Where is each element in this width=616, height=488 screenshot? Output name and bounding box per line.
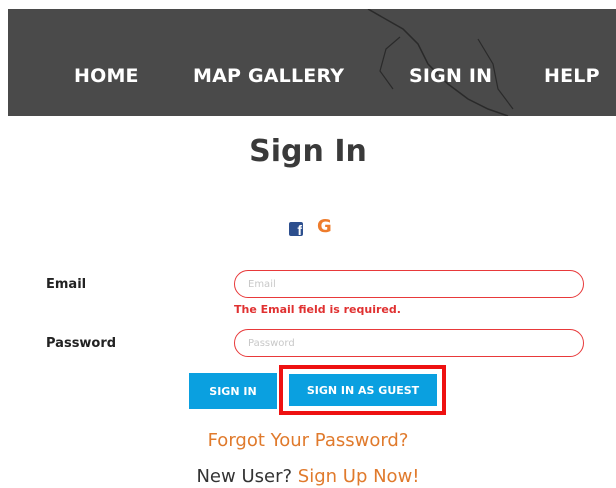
- email-field[interactable]: [234, 270, 584, 298]
- nav-sign-in[interactable]: SIGN IN: [409, 65, 492, 87]
- google-icon[interactable]: G: [317, 216, 332, 237]
- sign-up-link[interactable]: Sign Up Now!: [298, 466, 420, 487]
- new-user-text: New User?: [196, 466, 293, 487]
- map-lines-decoration: [367, 9, 514, 116]
- email-error-message: The Email field is required.: [234, 303, 401, 316]
- nav-map-gallery[interactable]: MAP GALLERY: [193, 65, 344, 87]
- page-title: Sign In: [249, 134, 367, 169]
- password-field[interactable]: [234, 329, 584, 357]
- forgot-password-link[interactable]: Forgot Your Password?: [0, 430, 616, 451]
- new-user-row: New User? Sign Up Now!: [0, 466, 616, 487]
- sign-in-as-guest-button[interactable]: SIGN IN AS GUEST: [289, 374, 437, 406]
- facebook-icon[interactable]: f: [289, 222, 303, 238]
- facebook-glyph: f: [297, 222, 302, 238]
- top-navbar: HOME MAP GALLERY SIGN IN HELP: [8, 9, 616, 116]
- password-label: Password: [46, 336, 117, 351]
- email-label: Email: [46, 277, 87, 292]
- nav-help[interactable]: HELP: [544, 65, 600, 87]
- sign-in-button[interactable]: SIGN IN: [189, 373, 277, 409]
- nav-home[interactable]: HOME: [74, 65, 139, 87]
